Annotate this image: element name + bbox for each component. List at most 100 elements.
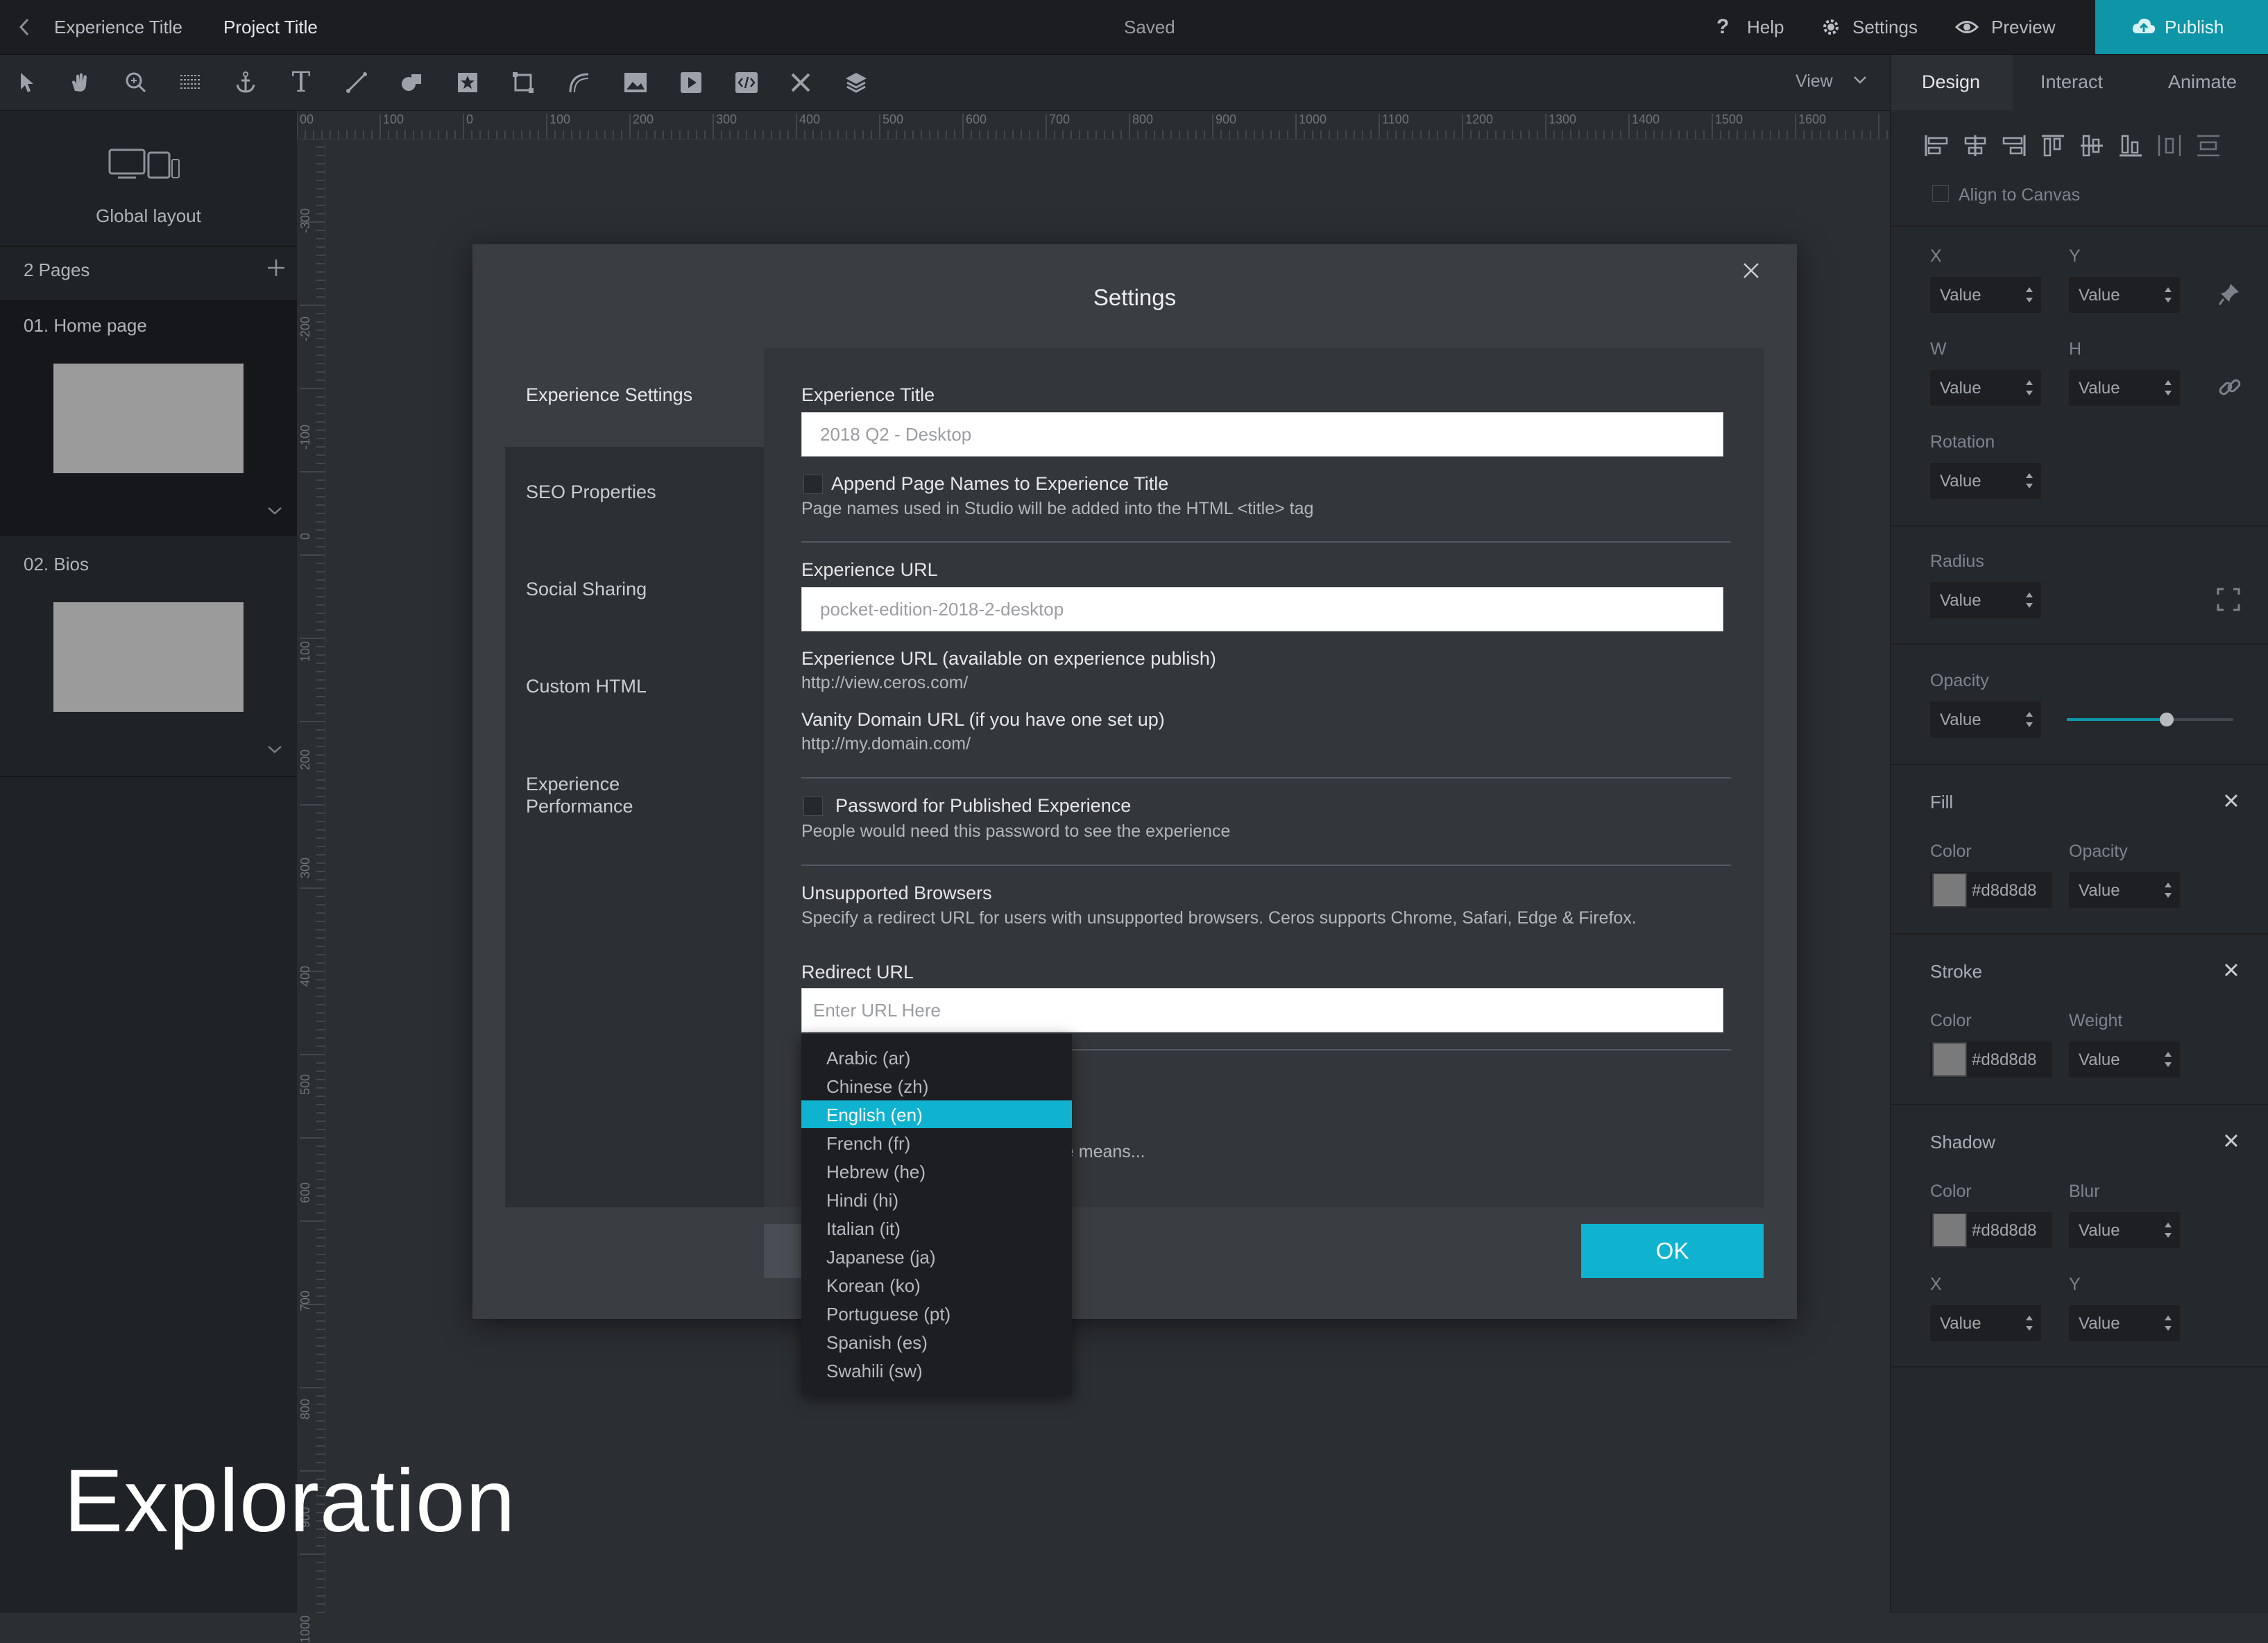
stroke-color-input[interactable]: #d8d8d8 xyxy=(1930,1041,2052,1078)
rotation-input[interactable]: Value xyxy=(1930,463,2041,499)
page-item-home[interactable]: 01. Home page xyxy=(0,300,297,536)
nav-item-custom-html[interactable]: Custom HTML xyxy=(505,641,764,738)
align-top-icon[interactable] xyxy=(2040,134,2065,158)
stepper-icon[interactable] xyxy=(2163,1313,2173,1333)
align-canvas-checkbox[interactable] xyxy=(1932,185,1949,202)
stepper-icon[interactable] xyxy=(2163,880,2173,900)
shadow-blur-input[interactable]: Value xyxy=(2069,1212,2180,1248)
stepper-icon[interactable] xyxy=(2024,590,2034,610)
link-icon[interactable] xyxy=(2218,375,2242,399)
page-thumbnail[interactable] xyxy=(53,364,244,473)
x-input[interactable]: Value xyxy=(1930,277,2041,313)
chevron-down-icon[interactable] xyxy=(266,505,283,516)
h-input[interactable]: Value xyxy=(2069,370,2180,406)
stepper-icon[interactable] xyxy=(2024,285,2034,305)
zoom-icon[interactable] xyxy=(119,66,153,99)
close-icon[interactable] xyxy=(2224,1133,2239,1148)
shadow-y-input[interactable]: Value xyxy=(2069,1305,2180,1341)
anchor-icon[interactable] xyxy=(229,66,262,99)
close-icon[interactable] xyxy=(1741,261,1761,280)
redirect-url-input[interactable]: Enter URL Here xyxy=(801,988,1723,1032)
settings-button[interactable]: Settings xyxy=(1821,14,1932,42)
crop-icon[interactable] xyxy=(506,66,540,99)
pattern-icon[interactable] xyxy=(173,66,207,99)
y-input[interactable]: Value xyxy=(2069,277,2180,313)
align-right-icon[interactable] xyxy=(2002,134,2027,158)
language-option[interactable]: Hebrew (he) xyxy=(801,1157,1072,1185)
corners-icon[interactable] xyxy=(2217,588,2240,611)
language-option-selected[interactable]: English (en) xyxy=(801,1100,1072,1128)
shadow-color-input[interactable]: #d8d8d8 xyxy=(1930,1212,2052,1248)
stepper-icon[interactable] xyxy=(2163,1220,2173,1240)
image-icon[interactable] xyxy=(619,66,652,99)
language-option[interactable]: Japanese (ja) xyxy=(801,1243,1072,1270)
star-icon[interactable] xyxy=(451,66,484,99)
password-checkbox[interactable] xyxy=(803,797,823,816)
cancel-button-partial[interactable] xyxy=(764,1224,805,1278)
text-icon[interactable]: T xyxy=(284,66,318,99)
view-dropdown[interactable]: View xyxy=(1796,70,1872,95)
experience-url-input[interactable]: pocket-edition-2018-2-desktop xyxy=(801,587,1723,631)
fill-opacity-input[interactable]: Value xyxy=(2069,872,2180,908)
line-icon[interactable] xyxy=(340,66,373,99)
vanity-url-value[interactable]: http://my.domain.com/ xyxy=(801,734,971,754)
video-icon[interactable] xyxy=(674,66,708,99)
publish-button[interactable]: Publish xyxy=(2095,0,2268,54)
language-option[interactable]: French (fr) xyxy=(801,1129,1072,1157)
color-swatch[interactable] xyxy=(1932,1042,1967,1077)
fill-color-input[interactable]: #d8d8d8 xyxy=(1930,872,2052,908)
nav-item-experience-settings[interactable]: Experience Settings xyxy=(505,348,764,447)
align-bottom-icon[interactable] xyxy=(2118,134,2143,158)
shadow-x-input[interactable]: Value xyxy=(1930,1305,2041,1341)
tab-design[interactable]: Design xyxy=(1891,55,2013,110)
language-option[interactable]: Spanish (es) xyxy=(801,1328,1072,1356)
nav-item-seo-properties[interactable]: SEO Properties xyxy=(505,447,764,544)
language-option[interactable]: Italian (it) xyxy=(801,1214,1072,1242)
hand-icon[interactable] xyxy=(64,66,97,99)
tab-interact[interactable]: Interact xyxy=(2013,55,2140,110)
stepper-icon[interactable] xyxy=(2024,378,2034,398)
pin-icon[interactable] xyxy=(2218,282,2240,306)
devices-icon[interactable] xyxy=(108,147,180,180)
language-option[interactable]: Swahili (sw) xyxy=(801,1356,1072,1384)
tab-animate[interactable]: Animate xyxy=(2140,55,2268,110)
color-swatch[interactable] xyxy=(1932,873,1967,908)
preview-button[interactable]: Preview xyxy=(1955,14,2066,42)
nav-item-experience-performance[interactable]: Experience Performance xyxy=(505,738,764,835)
nav-item-social-sharing[interactable]: Social Sharing xyxy=(505,544,764,641)
experience-title-input[interactable]: 2018 Q2 - Desktop xyxy=(801,412,1723,457)
distribute-vertical-icon[interactable] xyxy=(2196,134,2221,158)
close-icon[interactable] xyxy=(2224,962,2239,978)
project-title[interactable]: Project Title xyxy=(223,17,318,38)
close-icon[interactable] xyxy=(2224,793,2239,808)
opacity-slider-handle[interactable] xyxy=(2160,713,2174,726)
language-option[interactable]: Chinese (zh) xyxy=(801,1072,1072,1100)
opacity-input[interactable]: Value xyxy=(1930,701,2041,738)
stepper-icon[interactable] xyxy=(2163,378,2173,398)
layers-icon[interactable] xyxy=(839,66,873,99)
page-thumbnail[interactable] xyxy=(53,602,244,712)
radius-input[interactable]: Value xyxy=(1930,582,2041,618)
add-page-icon[interactable] xyxy=(266,258,286,278)
global-layout-label[interactable]: Global layout xyxy=(0,205,297,227)
distribute-horizontal-icon[interactable] xyxy=(2157,134,2182,158)
opacity-slider[interactable] xyxy=(2067,713,2233,726)
shapes-icon[interactable] xyxy=(395,66,429,99)
page-item-bios[interactable]: 02. Bios xyxy=(0,538,297,774)
code-icon[interactable] xyxy=(730,66,763,99)
color-swatch[interactable] xyxy=(1932,1213,1967,1248)
language-option[interactable]: Korean (ko) xyxy=(801,1271,1072,1299)
append-page-names-checkbox[interactable] xyxy=(803,475,823,494)
stepper-icon[interactable] xyxy=(2163,285,2173,305)
chevron-left-icon[interactable] xyxy=(17,17,32,37)
language-option[interactable]: Hindi (hi) xyxy=(801,1186,1072,1214)
stroke-weight-input[interactable]: Value xyxy=(2069,1041,2180,1078)
chevron-down-icon[interactable] xyxy=(266,744,283,755)
tools-icon[interactable] xyxy=(784,66,817,99)
pointer-icon[interactable] xyxy=(10,66,43,99)
publish-url-value[interactable]: http://view.ceros.com/ xyxy=(801,673,968,693)
align-center-icon[interactable] xyxy=(1963,134,1988,158)
stepper-icon[interactable] xyxy=(2024,1313,2034,1333)
language-option[interactable]: Portuguese (pt) xyxy=(801,1300,1072,1327)
language-dropdown[interactable]: Arabic (ar) Chinese (zh) English (en) Fr… xyxy=(801,1034,1072,1395)
